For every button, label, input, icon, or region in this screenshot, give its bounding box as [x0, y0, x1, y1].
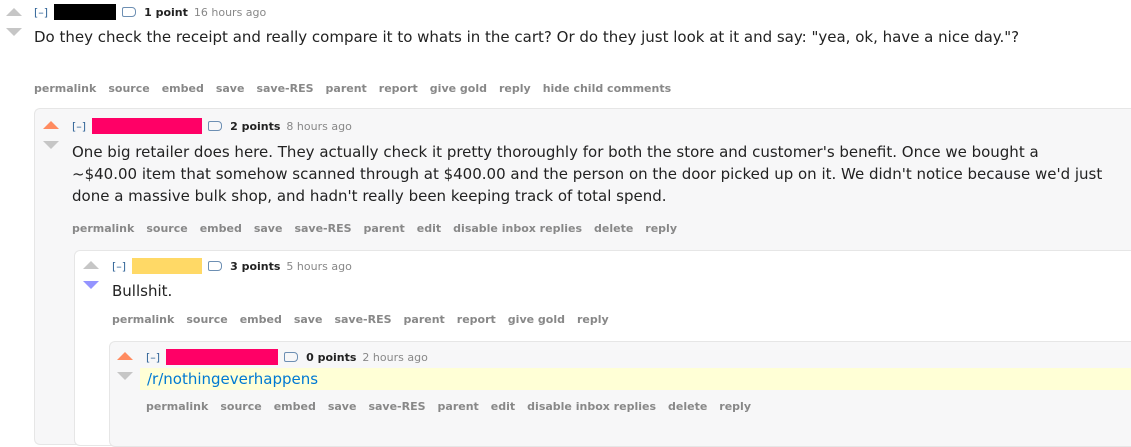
- timestamp: 16 hours ago: [193, 5, 267, 19]
- btn-source[interactable]: source: [146, 222, 187, 235]
- score: 1 point: [144, 5, 188, 19]
- btn-edit[interactable]: edit: [491, 400, 515, 413]
- comment-2: [–] 2 points 8 hours ago One big retaile…: [34, 108, 1131, 447]
- btn-source[interactable]: source: [186, 313, 227, 326]
- score: 3 points: [230, 259, 281, 273]
- btn-save[interactable]: save: [216, 82, 245, 95]
- btn-delete[interactable]: delete: [668, 400, 707, 413]
- comment-2-buttons: permalink source embed save save-RES par…: [72, 222, 677, 235]
- tag-icon: [122, 7, 137, 17]
- tag-icon: [284, 352, 299, 362]
- btn-parent[interactable]: parent: [326, 82, 367, 95]
- btn-save-res[interactable]: save-RES: [368, 400, 425, 413]
- btn-parent[interactable]: parent: [364, 222, 405, 235]
- comment-2-tagline: [–] 2 points 8 hours ago: [72, 118, 352, 134]
- upvote-arrow-icon[interactable]: [117, 352, 133, 360]
- comment-4-tagline: [–] 0 points 2 hours ago: [146, 349, 428, 365]
- btn-save-res[interactable]: save-RES: [294, 222, 351, 235]
- btn-disable-inbox-replies[interactable]: disable inbox replies: [527, 400, 656, 413]
- btn-save[interactable]: save: [328, 400, 357, 413]
- btn-permalink[interactable]: permalink: [72, 222, 134, 235]
- btn-give-gold[interactable]: give gold: [430, 82, 487, 95]
- btn-save-res[interactable]: save-RES: [256, 82, 313, 95]
- comment-3-body: Bullshit.: [112, 282, 173, 300]
- btn-disable-inbox-replies[interactable]: disable inbox replies: [453, 222, 582, 235]
- collapse-toggle[interactable]: [–]: [112, 260, 126, 273]
- redacted-username: [166, 349, 279, 365]
- btn-report[interactable]: report: [379, 82, 418, 95]
- btn-edit[interactable]: edit: [417, 222, 441, 235]
- btn-reply[interactable]: reply: [499, 82, 531, 95]
- tag-icon: [208, 261, 223, 271]
- redacted-username: [92, 118, 203, 134]
- downvote-arrow-icon[interactable]: [6, 28, 22, 36]
- btn-embed[interactable]: embed: [162, 82, 204, 95]
- score: 2 points: [230, 119, 281, 133]
- collapse-toggle[interactable]: [–]: [146, 351, 160, 364]
- collapse-toggle[interactable]: [–]: [34, 6, 48, 19]
- comment-1-body: Do they check the receipt and really com…: [34, 28, 1020, 46]
- btn-save[interactable]: save: [254, 222, 283, 235]
- btn-delete[interactable]: delete: [594, 222, 633, 235]
- btn-embed[interactable]: embed: [240, 313, 282, 326]
- score: 0 points: [306, 350, 357, 364]
- downvote-arrow-icon[interactable]: [83, 281, 99, 289]
- timestamp: 5 hours ago: [286, 259, 352, 273]
- upvote-arrow-icon[interactable]: [83, 261, 99, 269]
- redacted-username: [132, 258, 203, 274]
- comment-1-tagline: [–] 1 point 16 hours ago: [34, 4, 267, 20]
- comment-1-buttons: permalink source embed save save-RES par…: [34, 82, 671, 95]
- btn-save-res[interactable]: save-RES: [334, 313, 391, 326]
- subreddit-link[interactable]: /r/nothingeverhappens: [147, 368, 1047, 390]
- btn-reply[interactable]: reply: [645, 222, 677, 235]
- btn-save[interactable]: save: [294, 313, 323, 326]
- comment-3-buttons: permalink source embed save save-RES par…: [112, 313, 609, 326]
- btn-hide-children[interactable]: hide child comments: [543, 82, 671, 95]
- btn-embed[interactable]: embed: [200, 222, 242, 235]
- comment-3-tagline: [–] 3 points 5 hours ago: [112, 258, 352, 274]
- btn-parent[interactable]: parent: [438, 400, 479, 413]
- comment-2-body: One big retailer does here. They actuall…: [72, 143, 1103, 205]
- comment-4: [–] 0 points 2 hours ago /r/nothingeverh…: [109, 341, 1131, 447]
- btn-embed[interactable]: embed: [274, 400, 316, 413]
- downvote-arrow-icon[interactable]: [43, 141, 59, 149]
- upvote-arrow-icon[interactable]: [43, 121, 59, 129]
- timestamp: 8 hours ago: [286, 119, 352, 133]
- btn-parent[interactable]: parent: [404, 313, 445, 326]
- btn-source[interactable]: source: [220, 400, 261, 413]
- btn-reply[interactable]: reply: [719, 400, 751, 413]
- timestamp: 2 hours ago: [362, 350, 428, 364]
- redacted-username: [54, 4, 117, 20]
- btn-give-gold[interactable]: give gold: [508, 313, 565, 326]
- btn-permalink[interactable]: permalink: [112, 313, 174, 326]
- collapse-toggle[interactable]: [–]: [72, 120, 86, 133]
- btn-report[interactable]: report: [457, 313, 496, 326]
- btn-permalink[interactable]: permalink: [34, 82, 96, 95]
- comment-4-buttons: permalink source embed save save-RES par…: [146, 400, 751, 413]
- upvote-arrow-icon[interactable]: [6, 8, 22, 16]
- btn-permalink[interactable]: permalink: [146, 400, 208, 413]
- downvote-arrow-icon[interactable]: [117, 372, 133, 380]
- btn-reply[interactable]: reply: [577, 313, 609, 326]
- btn-source[interactable]: source: [108, 82, 149, 95]
- comment-3: [–] 3 points 5 hours ago Bullshit. perma…: [74, 250, 1131, 447]
- tag-icon: [208, 121, 223, 131]
